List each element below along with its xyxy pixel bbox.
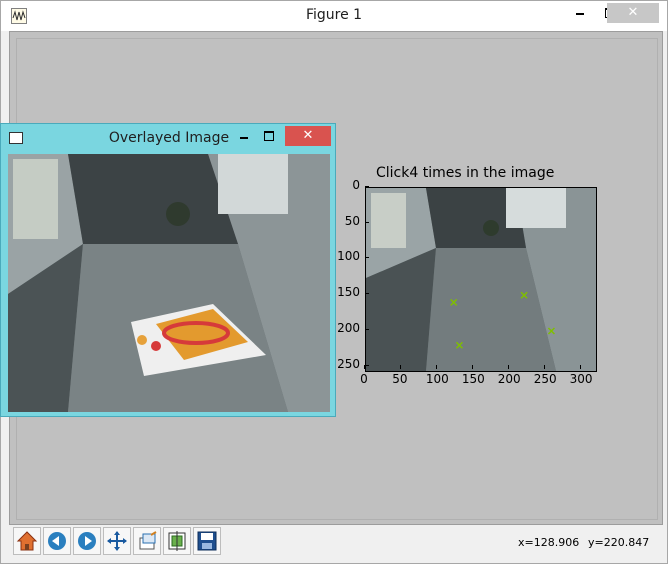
overlay-maximize-button[interactable] <box>259 126 279 146</box>
x-tick-mark <box>471 365 473 369</box>
x-tick-mark <box>579 365 581 369</box>
x-tick-mark <box>435 365 437 369</box>
subplots-icon <box>168 531 186 551</box>
back-button[interactable] <box>43 527 71 555</box>
plot-axes[interactable] <box>365 187 597 372</box>
y-coordinate-readout: y=220.847 <box>588 536 650 549</box>
overlay-minimize-button[interactable] <box>234 126 254 146</box>
x-tick-label: 100 <box>425 372 449 386</box>
y-tick-mark <box>365 186 369 187</box>
zoom-icon <box>139 531 157 550</box>
y-tick-mark <box>365 257 369 259</box>
forward-icon <box>78 532 96 550</box>
save-button[interactable] <box>193 527 221 555</box>
x-tick-label: 250 <box>533 372 557 386</box>
y-tick-label: 250 <box>337 356 360 371</box>
x-tick-label: 150 <box>461 372 485 386</box>
y-tick-label: 0 <box>352 178 360 192</box>
x-tick-mark <box>399 365 401 369</box>
x-tick-label: 200 <box>497 372 521 386</box>
y-tick-label: 200 <box>337 320 360 335</box>
overlay-close-button[interactable]: ✕ <box>285 126 331 146</box>
subplots-button[interactable] <box>163 527 191 555</box>
minimize-button[interactable] <box>567 3 593 23</box>
plot-title: Click4 times in the image <box>376 165 555 181</box>
plot-image[interactable] <box>366 188 596 371</box>
home-icon <box>16 531 38 551</box>
x-tick-label: 0 <box>360 372 368 386</box>
back-icon <box>48 532 66 550</box>
window-titlebar[interactable]: Figure 1 ✕ <box>1 1 667 31</box>
forward-button[interactable] <box>73 527 101 555</box>
close-button[interactable]: ✕ <box>607 3 659 23</box>
x-tick-mark <box>543 365 545 369</box>
y-tick-label: 150 <box>337 285 360 300</box>
x-tick-label: 300 <box>569 372 593 386</box>
save-icon <box>197 531 217 551</box>
close-icon: ✕ <box>302 128 314 143</box>
y-tick-mark <box>365 293 369 295</box>
y-tick-mark <box>365 328 369 330</box>
home-button[interactable] <box>13 527 41 555</box>
y-tick-label: 50 <box>344 213 360 228</box>
overlay-scene <box>8 154 330 412</box>
y-tick-mark <box>365 221 369 223</box>
zoom-button[interactable] <box>133 527 161 555</box>
overlayed-image <box>8 154 330 412</box>
x-tick-mark <box>507 365 509 369</box>
y-tick-label: 100 <box>337 249 360 264</box>
close-icon: ✕ <box>627 5 639 20</box>
pan-button[interactable] <box>103 527 131 555</box>
x-coordinate-readout: x=128.906 <box>518 536 580 549</box>
overlay-window[interactable]: Overlayed Image ✕ <box>0 123 336 417</box>
pan-icon <box>107 531 127 551</box>
x-tick-label: 50 <box>392 372 408 386</box>
y-tick-mark <box>365 364 369 366</box>
